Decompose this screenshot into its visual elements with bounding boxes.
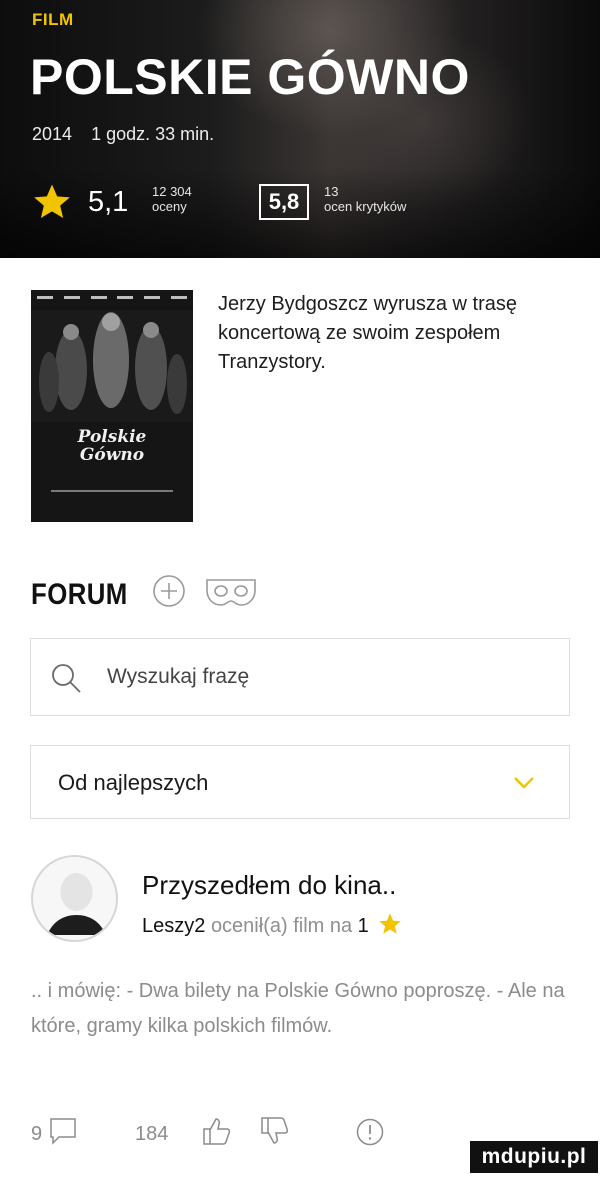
film-description: Jerzy Bydgoszcz wyrusza w trasę koncerto… — [218, 293, 517, 373]
watermark-logo: mdupiu.pl — [470, 1141, 598, 1173]
post-author[interactable]: Leszy2 — [142, 915, 205, 937]
thumbs-up-icon[interactable] — [199, 1114, 233, 1148]
user-votes: 12 304 oceny — [152, 184, 192, 214]
thumbs-down-icon[interactable] — [257, 1114, 291, 1148]
sort-select[interactable]: Od najlepszych — [30, 745, 570, 819]
critics-label: ocen krytyków — [324, 199, 407, 214]
votes-label: oceny — [152, 199, 187, 214]
rating-row: 5,1 12 304 oceny 5,8 13 ocen krytyków — [32, 180, 572, 230]
post-rated-value: 1 — [357, 915, 369, 937]
poster-band-image — [31, 310, 193, 422]
poster-credits — [37, 296, 187, 299]
plus-circle-icon[interactable] — [152, 574, 186, 608]
forum-heading: FORUM — [31, 578, 128, 611]
film-year: 2014 — [32, 124, 73, 144]
search-input[interactable]: Wyszukaj frazę — [107, 665, 249, 689]
chevron-down-icon[interactable] — [513, 776, 535, 790]
film-poster[interactable]: Polskie Gówno — [31, 290, 193, 522]
post-rated-text: ocenił(a) film na — [210, 915, 353, 937]
category-label: FILM — [32, 10, 74, 29]
post-actions: 9 184 — [31, 1112, 431, 1156]
forum-search[interactable]: Wyszukaj frazę — [30, 638, 570, 716]
comments-count: 9 — [31, 1123, 43, 1145]
sort-selected: Od najlepszych — [58, 770, 209, 795]
avatar[interactable] — [31, 855, 118, 942]
post-body: .. i mówię: - Dwa bilety na Polskie Gówn… — [31, 980, 565, 1037]
star-icon[interactable] — [32, 182, 72, 222]
poster-logo: Polskie Gówno — [77, 427, 147, 465]
film-meta: 2014 1 godz. 33 min. — [32, 124, 228, 145]
post-title[interactable]: Przyszedłem do kina.. — [142, 870, 396, 901]
critics-count: 13 — [324, 184, 339, 199]
star-icon — [379, 913, 402, 934]
post-meta: Leszy2 ocenił(a) film na 1 — [142, 912, 402, 938]
votes-count: 12 304 — [152, 184, 192, 199]
comment-icon[interactable] — [47, 1115, 79, 1147]
avatar-icon — [47, 873, 106, 935]
poster-divider — [51, 490, 173, 492]
mask-icon[interactable] — [203, 576, 259, 608]
critics-votes: 13 ocen krytyków — [324, 184, 406, 214]
user-rating: 5,1 — [88, 186, 129, 218]
search-icon — [52, 664, 81, 693]
film-hero: FILM POLSKIE GÓWNO 2014 1 godz. 33 min. … — [0, 0, 600, 258]
report-icon[interactable] — [355, 1117, 385, 1147]
film-duration: 1 godz. 33 min. — [91, 124, 215, 144]
critics-rating[interactable]: 5,8 — [259, 184, 309, 220]
likes-count: 184 — [135, 1123, 169, 1145]
film-title: POLSKIE GÓWNO — [30, 49, 470, 105]
